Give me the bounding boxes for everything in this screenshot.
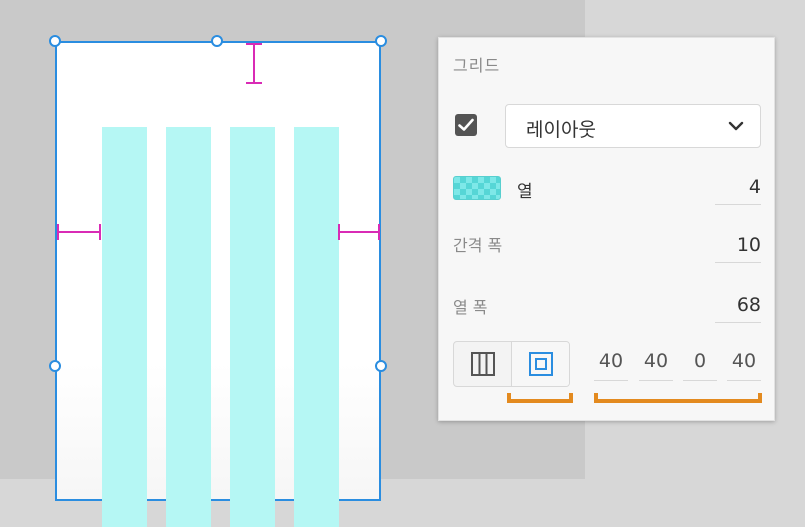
grid-column xyxy=(294,127,339,527)
top-margin-marker-cap xyxy=(246,82,262,84)
columns-label: 열 xyxy=(517,182,533,202)
right-margin-marker xyxy=(338,231,380,233)
grid-type-selected: 레이아웃 xyxy=(526,119,596,141)
columns-icon xyxy=(471,352,495,376)
resize-handle-top-right[interactable] xyxy=(375,35,387,47)
resize-handle-top-left[interactable] xyxy=(49,35,61,47)
right-margin-marker-cap xyxy=(338,224,340,240)
grid-color-swatch[interactable] xyxy=(453,176,501,200)
grid-column xyxy=(230,127,275,527)
margin-top-input[interactable]: 40 xyxy=(594,350,628,381)
margins-icon xyxy=(529,352,553,376)
grid-type-dropdown[interactable]: 레이아웃 xyxy=(505,104,761,148)
toggle-annotation-bracket xyxy=(507,393,573,403)
resize-handle-left[interactable] xyxy=(49,360,61,372)
left-margin-marker-cap xyxy=(57,224,59,240)
linked-margins-button[interactable] xyxy=(454,342,512,386)
grid-column xyxy=(102,127,147,527)
panel-title: 그리드 xyxy=(453,56,501,75)
grid-column xyxy=(166,127,211,527)
gutter-width-input[interactable]: 10 xyxy=(715,234,761,263)
margin-left-input[interactable]: 40 xyxy=(727,350,761,381)
top-margin-marker xyxy=(253,43,255,83)
margin-bottom-input[interactable]: 0 xyxy=(683,350,717,381)
left-margin-marker-cap xyxy=(99,224,101,240)
left-margin-marker xyxy=(57,231,100,233)
right-margin-marker-cap xyxy=(378,224,380,240)
gutter-width-label: 간격 폭 xyxy=(453,236,503,255)
individual-margins-button[interactable] xyxy=(512,342,569,386)
layout-grid-checkbox[interactable] xyxy=(455,114,477,136)
margin-mode-toggle xyxy=(453,341,570,387)
resize-handle-top[interactable] xyxy=(211,35,223,47)
resize-handle-right[interactable] xyxy=(375,360,387,372)
artboard[interactable] xyxy=(55,41,381,527)
column-width-label: 열 폭 xyxy=(453,298,488,317)
margin-right-input[interactable]: 40 xyxy=(639,350,673,381)
grid-properties-panel: 그리드 레이아웃 열 4 간격 폭 10 열 폭 68 40 40 0 40 xyxy=(438,37,775,421)
chevron-down-icon xyxy=(728,121,744,131)
columns-input[interactable]: 4 xyxy=(715,176,761,205)
margins-annotation-bracket xyxy=(594,393,762,403)
column-width-input[interactable]: 68 xyxy=(715,294,761,323)
top-margin-marker-cap xyxy=(246,43,262,45)
checkmark-icon xyxy=(458,118,474,131)
